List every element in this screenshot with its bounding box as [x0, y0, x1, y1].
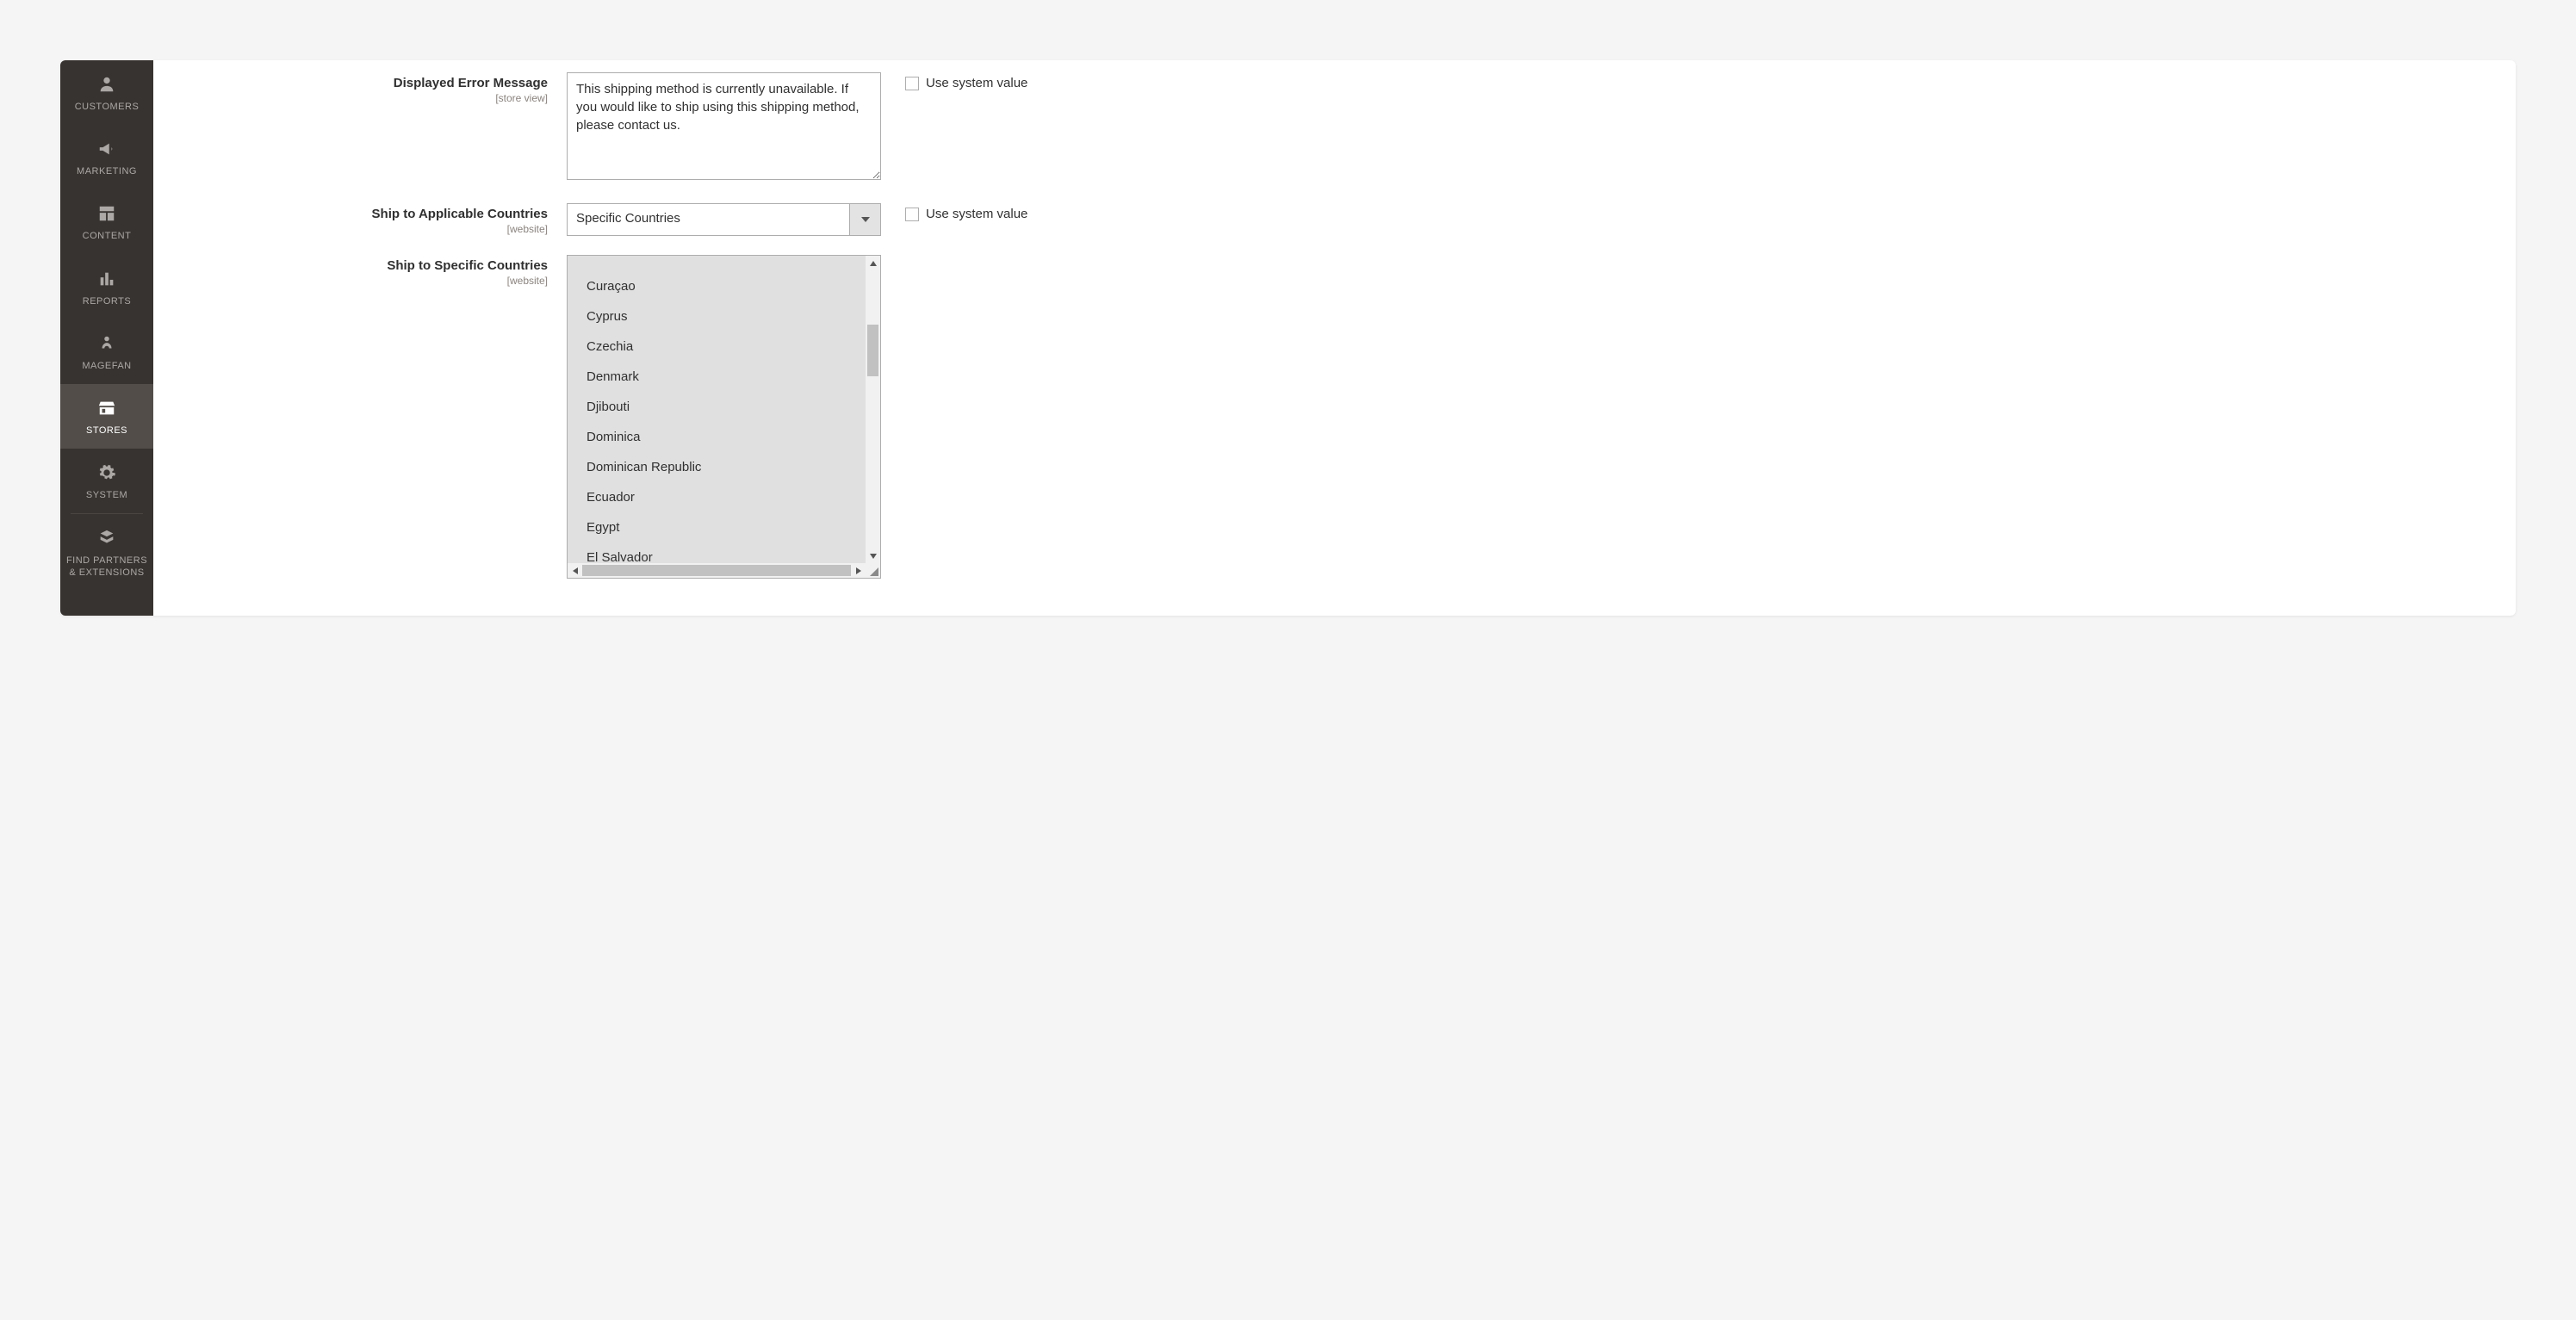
sidebar-item-label: STORES — [86, 425, 127, 437]
sidebar-item-reports[interactable]: REPORTS — [60, 255, 153, 319]
country-option[interactable]: Dominican Republic — [587, 452, 866, 482]
applicable-countries-select[interactable]: Specific Countries — [567, 203, 881, 236]
sidebar-item-label: CONTENT — [83, 231, 132, 242]
sidebar-item-label: SYSTEM — [86, 490, 127, 501]
scrollbar-thumb[interactable] — [867, 325, 878, 376]
country-option[interactable]: Dominica — [587, 422, 866, 452]
select-value: Specific Countries — [568, 204, 849, 235]
sidebar-item-system[interactable]: SYSTEM — [60, 449, 153, 513]
sidebar-item-content[interactable]: CONTENT — [60, 189, 153, 254]
megaphone-icon — [95, 137, 119, 161]
country-option[interactable]: Egypt — [587, 512, 866, 542]
country-option[interactable]: Czechia — [587, 332, 866, 362]
country-option[interactable]: Cyprus — [587, 301, 866, 332]
sidebar-item-label: MARKETING — [77, 166, 137, 177]
use-system-checkbox[interactable] — [905, 77, 919, 90]
country-option[interactable]: Denmark — [587, 362, 866, 392]
sidebar-item-magefan[interactable]: MAGEFAN — [60, 319, 153, 384]
gear-icon — [95, 461, 119, 485]
scroll-right-arrow-icon[interactable] — [851, 563, 866, 578]
resize-grip-icon[interactable] — [866, 563, 880, 578]
field-scope: [website] — [188, 223, 548, 235]
sidebar-item-customers[interactable]: CUSTOMERS — [60, 60, 153, 125]
field-scope: [website] — [188, 275, 548, 287]
use-system-checkbox[interactable] — [905, 208, 919, 221]
sidebar-item-label: CUSTOMERS — [75, 102, 140, 113]
error-message-textarea[interactable] — [567, 72, 881, 180]
field-scope: [store view] — [188, 92, 548, 104]
app-window: CUSTOMERS MARKETING CONTENT REPORTS MAGE — [60, 60, 2516, 616]
sidebar-item-marketing[interactable]: MARKETING — [60, 125, 153, 189]
scroll-left-arrow-icon[interactable] — [568, 563, 582, 578]
sidebar-item-label: MAGEFAN — [82, 361, 131, 372]
main-content: Displayed Error Message [store view] Use… — [153, 60, 2516, 616]
use-system-label[interactable]: Use system value — [926, 76, 1027, 90]
vertical-scrollbar[interactable] — [866, 256, 880, 563]
admin-sidebar: CUSTOMERS MARKETING CONTENT REPORTS MAGE — [60, 60, 153, 616]
field-specific-countries: Ship to Specific Countries [website] Cur… — [188, 255, 2481, 579]
field-label: Ship to Specific Countries — [188, 258, 548, 273]
barchart-icon — [95, 267, 119, 291]
field-applicable-countries: Ship to Applicable Countries [website] S… — [188, 203, 2481, 236]
use-system-label[interactable]: Use system value — [926, 207, 1027, 221]
specific-countries-multiselect[interactable]: Curaçao Cyprus Czechia Denmark Djibouti … — [567, 255, 881, 579]
field-displayed-error-message: Displayed Error Message [store view] Use… — [188, 72, 2481, 184]
sidebar-item-label: FIND PARTNERS & EXTENSIONS — [66, 555, 147, 578]
country-option[interactable]: Ecuador — [587, 482, 866, 512]
field-label: Ship to Applicable Countries — [188, 207, 548, 221]
chevron-down-icon — [849, 204, 880, 235]
stores-icon — [95, 396, 119, 420]
multiselect-list: Curaçao Cyprus Czechia Denmark Djibouti … — [568, 256, 866, 563]
horizontal-scrollbar[interactable] — [568, 563, 866, 578]
blocks-icon — [95, 526, 119, 550]
magefan-icon — [95, 332, 119, 356]
sidebar-item-stores[interactable]: STORES — [60, 384, 153, 449]
sidebar-item-partners[interactable]: FIND PARTNERS & EXTENSIONS — [60, 514, 153, 590]
sidebar-item-label: REPORTS — [83, 296, 131, 307]
country-option[interactable]: Djibouti — [587, 392, 866, 422]
scroll-down-arrow-icon[interactable] — [866, 548, 880, 563]
scrollbar-thumb[interactable] — [582, 565, 851, 576]
country-option[interactable]: Curaçao — [587, 271, 866, 301]
scroll-up-arrow-icon[interactable] — [866, 256, 880, 270]
country-option[interactable]: El Salvador — [587, 542, 866, 563]
layout-icon — [95, 201, 119, 226]
field-label: Displayed Error Message — [188, 76, 548, 90]
customers-icon — [95, 72, 119, 96]
